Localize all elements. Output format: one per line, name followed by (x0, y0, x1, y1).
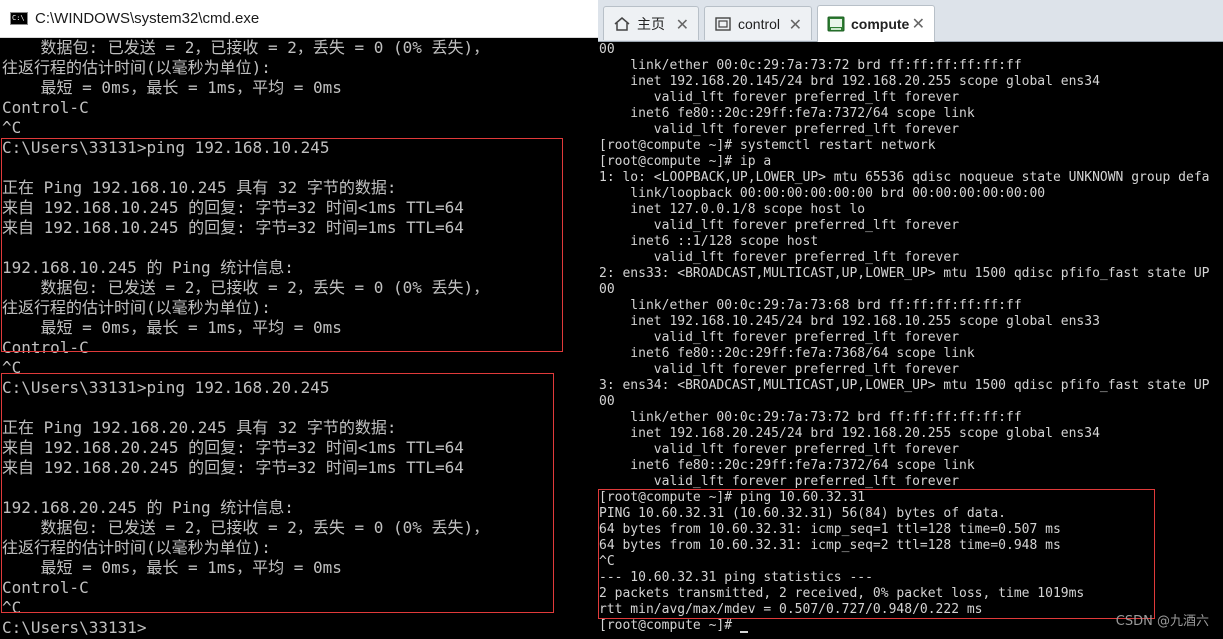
tab-label: 主页 (637, 15, 665, 32)
tab-bar: 主页 ✕ control ✕ compute ✕ (598, 0, 1223, 42)
tab-label: control (738, 15, 781, 32)
terminal-line: 2: ens33: <BROADCAST,MULTICAST,UP,LOWER_… (599, 266, 1210, 281)
terminal-line: PING 10.60.32.31 (10.60.32.31) 56(84) by… (599, 506, 1006, 521)
terminal-line: 00 (599, 42, 615, 57)
terminal-line: link/loopback 00:00:00:00:00:00 brd 00:0… (599, 186, 1046, 201)
cmd-line: 来自 192.168.10.245 的回复: 字节=32 时间<1ms TTL=… (2, 198, 464, 217)
terminal-line: inet6 fe80::20c:29ff:fe7a:7372/64 scope … (599, 458, 975, 473)
tab-close-icon[interactable]: ✕ (676, 15, 689, 35)
terminal-line: 64 bytes from 10.60.32.31: icmp_seq=1 tt… (599, 522, 1061, 537)
terminal-line: valid_lft forever preferred_lft forever (599, 330, 960, 345)
cmd-line: C:\Users\33131> (2, 618, 147, 637)
cmd-line: 正在 Ping 192.168.20.245 具有 32 字节的数据: (2, 418, 397, 437)
cmd-line: Control-C (2, 578, 89, 597)
terminal-line: 2 packets transmitted, 2 received, 0% pa… (599, 586, 1085, 601)
cmd-line: 192.168.10.245 的 Ping 统计信息: (2, 258, 294, 277)
terminal-line: [root@compute ~]# (599, 618, 740, 633)
cmd-line: ^C (2, 598, 22, 617)
terminal-line: inet6 fe80::20c:29ff:fe7a:7372/64 scope … (599, 106, 975, 121)
cmd-line: 最短 = 0ms，最长 = 1ms，平均 = 0ms (2, 558, 342, 577)
terminal-icon (827, 16, 845, 32)
cmd-line: 数据包: 已发送 = 2，已接收 = 2，丢失 = 0 (0% 丢失)， (2, 518, 490, 537)
terminal-line: 00 (599, 394, 615, 409)
terminal-line: 00 (599, 282, 615, 297)
tab-close-icon[interactable]: ✕ (912, 14, 925, 34)
terminal-line: rtt min/avg/max/mdev = 0.507/0.727/0.948… (599, 602, 983, 617)
terminal-line: inet 127.0.0.1/8 scope host lo (599, 202, 866, 217)
tab-compute[interactable]: compute ✕ (817, 5, 935, 42)
cmd-window-title: C:\WINDOWS\system32\cmd.exe (35, 10, 260, 27)
terminal-line: --- 10.60.32.31 ping statistics --- (599, 570, 873, 585)
tab-close-icon[interactable]: ✕ (789, 15, 802, 35)
cmd-window: C:\ C:\WINDOWS\system32\cmd.exe 数据包: 已发送… (0, 0, 598, 639)
cmd-line: 往返行程的估计时间(以毫秒为单位): (2, 538, 271, 557)
home-icon (614, 16, 630, 31)
terminal-line: valid_lft forever preferred_lft forever (599, 442, 960, 457)
cmd-line: 最短 = 0ms，最长 = 1ms，平均 = 0ms (2, 78, 342, 97)
cmd-line: 数据包: 已发送 = 2，已接收 = 2，丢失 = 0 (0% 丢失)， (2, 38, 490, 57)
cmd-line: 来自 192.168.20.245 的回复: 字节=32 时间<1ms TTL=… (2, 438, 464, 457)
window-icon (715, 16, 731, 31)
watermark: CSDN @九酒六 (1115, 614, 1209, 629)
cmd-line: 来自 192.168.10.245 的回复: 字节=32 时间=1ms TTL=… (2, 218, 464, 237)
terminal-line: [root@compute ~]# ping 10.60.32.31 (599, 490, 866, 505)
terminal-line: [root@compute ~]# systemctl restart netw… (599, 138, 936, 153)
terminal-line: valid_lft forever preferred_lft forever (599, 90, 960, 105)
terminal-line: valid_lft forever preferred_lft forever (599, 218, 960, 233)
terminal-window: 主页 ✕ control ✕ compute ✕ 00 link/ether 0… (598, 0, 1223, 639)
terminal-line: link/ether 00:0c:29:7a:73:72 brd ff:ff:f… (599, 410, 1022, 425)
terminal-line: inet 192.168.10.245/24 brd 192.168.10.25… (599, 314, 1100, 329)
cmd-console[interactable]: 数据包: 已发送 = 2，已接收 = 2，丢失 = 0 (0% 丢失)， 往返行程… (0, 38, 598, 639)
cmd-line: 来自 192.168.20.245 的回复: 字节=32 时间=1ms TTL=… (2, 458, 464, 477)
terminal-line: valid_lft forever preferred_lft forever (599, 362, 960, 377)
cmd-line: 192.168.20.245 的 Ping 统计信息: (2, 498, 294, 517)
terminal-line: link/ether 00:0c:29:7a:73:68 brd ff:ff:f… (599, 298, 1022, 313)
tab-home[interactable]: 主页 ✕ (603, 6, 699, 40)
terminal-line: 3: ens34: <BROADCAST,MULTICAST,UP,LOWER_… (599, 378, 1210, 393)
terminal-line: link/ether 00:0c:29:7a:73:72 brd ff:ff:f… (599, 58, 1022, 73)
terminal-line: valid_lft forever preferred_lft forever (599, 250, 960, 265)
cmd-line: 数据包: 已发送 = 2，已接收 = 2，丢失 = 0 (0% 丢失)， (2, 278, 490, 297)
text-cursor (739, 631, 748, 633)
terminal-line: [root@compute ~]# ip a (599, 154, 772, 169)
terminal-line: valid_lft forever preferred_lft forever (599, 474, 960, 489)
terminal-line: inet6 ::1/128 scope host (599, 234, 819, 249)
terminal-console[interactable]: 00 link/ether 00:0c:29:7a:73:72 brd ff:f… (598, 42, 1223, 639)
terminal-line: 64 bytes from 10.60.32.31: icmp_seq=2 tt… (599, 538, 1061, 553)
cmd-line: C:\Users\33131>ping 192.168.20.245 (2, 378, 330, 397)
tab-label: compute (851, 16, 910, 32)
terminal-line: valid_lft forever preferred_lft forever (599, 122, 960, 137)
cmd-line: Control-C (2, 98, 89, 117)
terminal-line: inet6 fe80::20c:29ff:fe7a:7368/64 scope … (599, 346, 975, 361)
tab-control[interactable]: control ✕ (704, 6, 812, 40)
cmd-line: 最短 = 0ms，最长 = 1ms，平均 = 0ms (2, 318, 342, 337)
cmd-line: Control-C (2, 338, 89, 357)
terminal-line: inet 192.168.20.145/24 brd 192.168.20.25… (599, 74, 1100, 89)
cmd-line: ^C (2, 358, 22, 377)
cmd-titlebar[interactable]: C:\ C:\WINDOWS\system32\cmd.exe (0, 0, 598, 38)
terminal-line: ^C (599, 554, 615, 569)
terminal-line: inet 192.168.20.245/24 brd 192.168.20.25… (599, 426, 1100, 441)
cmd-line: C:\Users\33131>ping 192.168.10.245 (2, 138, 330, 157)
terminal-line: 1: lo: <LOOPBACK,UP,LOWER_UP> mtu 65536 … (599, 170, 1210, 185)
cmd-line: 正在 Ping 192.168.10.245 具有 32 字节的数据: (2, 178, 397, 197)
cmd-line: ^C (2, 118, 22, 137)
cmd-line: 往返行程的估计时间(以毫秒为单位): (2, 58, 271, 77)
cmd-app-icon: C:\ (10, 12, 28, 25)
cmd-line: 往返行程的估计时间(以毫秒为单位): (2, 298, 271, 317)
